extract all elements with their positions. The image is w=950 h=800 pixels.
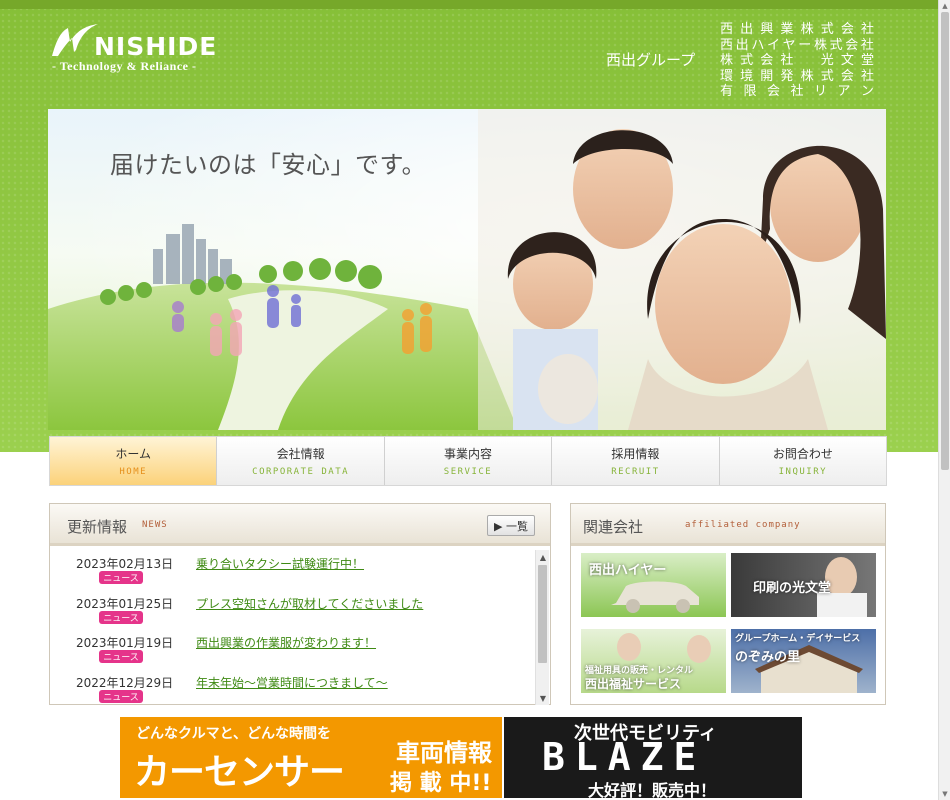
logo-tagline: - Technology & Reliance - xyxy=(52,59,197,73)
affiliate-label-nozomi: のぞみの里 xyxy=(735,650,801,665)
group-company-row: 株式会社 光文堂 xyxy=(720,53,874,68)
nav-item-label: 事業内容 xyxy=(444,447,493,461)
logo-mark-icon xyxy=(52,24,98,56)
affiliates-panel: 関連会社 affiliated company 西出ハイヤー 印刷の光文堂 福祉… xyxy=(570,503,886,705)
news-item: 2022年12月29日 ニュース 年末年始～営業時間につきまして～ xyxy=(50,669,550,705)
carsensor-line1: どんなクルマと、どんな時間を xyxy=(136,726,332,742)
header-top-stripe xyxy=(0,0,950,9)
nav-item-sublabel: RECRUIT xyxy=(611,467,660,477)
blaze-main: BLAZE xyxy=(542,735,707,779)
news-panel-header: 更新情報 NEWS ▶ 一覧 xyxy=(50,504,550,546)
hero-copy: 届けたいのは「安心」です。 xyxy=(110,151,427,179)
news-list-button[interactable]: ▶ 一覧 xyxy=(487,515,535,536)
nav-item-label: ホーム xyxy=(115,447,152,461)
scroll-up-arrow-icon[interactable]: ▲ xyxy=(536,550,550,564)
nav-item-service[interactable]: 事業内容 SERVICE xyxy=(384,437,553,485)
news-tag-badge: ニュース xyxy=(99,650,143,663)
news-panel: 更新情報 NEWS ▶ 一覧 2023年02月13日 ニュース 乗り合いタクシー試験… xyxy=(49,503,551,705)
group-company-row: 西出ハイヤー株式会社 xyxy=(720,37,874,53)
nav-item-home[interactable]: ホーム HOME xyxy=(50,437,218,485)
nav-item-sublabel: SERVICE xyxy=(443,467,493,477)
page-scrollbar[interactable]: ▲ ▼ xyxy=(938,0,950,800)
group-company-row: 西出興業株式会社 xyxy=(720,22,874,37)
affiliate-card-nozomi[interactable]: グループホーム・デイサービス のぞみの里 xyxy=(731,629,876,693)
nav-item-sublabel: INQUIRY xyxy=(778,467,828,477)
news-item: 2023年01月25日 ニュース プレス空知さんが取材してくださいました xyxy=(50,590,550,630)
news-tag-badge: ニュース xyxy=(99,571,143,584)
blaze-line3: 大好評！販売中！ xyxy=(588,781,717,798)
news-scroll-thumb[interactable] xyxy=(538,565,547,663)
news-item: 2023年02月13日 ニュース 乗り合いタクシー試験運行中！ xyxy=(50,550,550,590)
affiliate-card-hire[interactable]: 西出ハイヤー xyxy=(581,553,726,617)
news-link[interactable]: 乗り合いタクシー試験運行中！ xyxy=(196,555,364,572)
news-date: 2022年12月29日 xyxy=(76,675,174,690)
page-scroll-up-icon[interactable]: ▲ xyxy=(939,0,950,12)
news-title: 更新情報 xyxy=(67,518,128,536)
hero-banner: 届けたいのは「安心」です。 xyxy=(48,109,886,430)
nav-item-inquiry[interactable]: お問合わせ INQUIRY xyxy=(719,437,887,485)
group-company-row: 環境開発株式会社 xyxy=(720,68,874,84)
affiliate-card-kobundo[interactable]: 印刷の光文堂 xyxy=(731,553,876,617)
affiliates-subtitle: affiliated company xyxy=(685,520,801,530)
news-list[interactable]: 2023年02月13日 ニュース 乗り合いタクシー試験運行中！ 2023年01月25日… xyxy=(50,550,550,704)
page-scroll-down-icon[interactable]: ▼ xyxy=(939,788,950,800)
news-scrollbar[interactable]: ▲ ▼ xyxy=(535,550,549,705)
news-date: 2023年01月19日 xyxy=(76,636,174,650)
nav-item-sublabel: CORPORATE DATA xyxy=(252,467,350,477)
group-company-list: 西出興業株式会社西出ハイヤー株式会社株式会社 光文堂環境開発株式会社有限会社リア… xyxy=(720,22,874,100)
page-scroll-thumb[interactable] xyxy=(941,12,949,470)
group-company-row: 有限会社リアン xyxy=(720,84,874,99)
carsensor-side2: 掲 載 中!! xyxy=(390,771,492,796)
carsensor-banner[interactable]: どんなクルマと、どんな時間を カーセンサー 車両情報 掲 載 中!! xyxy=(120,717,502,798)
nav-item-recruit[interactable]: 採用情報 RECRUIT xyxy=(552,437,720,485)
site-logo[interactable]: NISHIDE - Technology & Reliance - xyxy=(50,22,218,74)
logo-wordmark: NISHIDE xyxy=(94,32,218,61)
carsensor-side1: 車両情報 xyxy=(396,739,492,767)
blaze-banner[interactable]: 次世代モビリティ BLAZE 大好評！販売中！ xyxy=(504,717,802,798)
affiliate-label-hire: 西出ハイヤー xyxy=(589,563,667,578)
news-link[interactable]: 西出興業の作業服が変わります！ xyxy=(196,634,376,651)
group-label: 西出グループ xyxy=(606,51,696,69)
nav-item-corporate-data[interactable]: 会社情報 CORPORATE DATA xyxy=(217,437,385,485)
news-date: 2023年01月25日 xyxy=(76,596,174,611)
news-subtitle: NEWS xyxy=(142,520,168,530)
affiliates-title: 関連会社 xyxy=(583,518,644,536)
news-link[interactable]: 年末年始～営業時間につきまして～ xyxy=(196,674,388,691)
global-nav: ホーム HOME 会社情報 CORPORATE DATA 事業内容 SERVICE 採用情報… xyxy=(49,436,887,486)
scroll-down-arrow-icon[interactable]: ▼ xyxy=(536,691,550,705)
news-item: 2023年01月19日 ニュース 西出興業の作業服が変わります！ xyxy=(50,629,550,669)
news-tag-badge: ニュース xyxy=(99,689,143,703)
news-link[interactable]: プレス空知さんが取材してくださいました xyxy=(196,595,423,612)
nav-item-label: 会社情報 xyxy=(276,447,325,461)
affiliate-card-welfare[interactable]: 福祉用具の販売・レンタル 西出福祉サービス xyxy=(581,629,726,693)
affiliates-panel-header: 関連会社 affiliated company xyxy=(571,504,885,546)
affiliate-label-kobundo: 印刷の光文堂 xyxy=(753,581,832,596)
nav-item-label: 採用情報 xyxy=(611,447,660,461)
nav-item-sublabel: HOME xyxy=(119,467,148,477)
affiliate-label-welfare: 西出福祉サービス xyxy=(585,677,682,691)
carsensor-main: カーセンサー xyxy=(134,752,345,793)
news-date: 2023年02月13日 xyxy=(76,557,174,571)
news-tag-badge: ニュース xyxy=(99,610,143,624)
nav-item-label: お問合わせ xyxy=(772,447,833,461)
affiliate-label-nozomi-top: グループホーム・デイサービス xyxy=(735,634,861,644)
